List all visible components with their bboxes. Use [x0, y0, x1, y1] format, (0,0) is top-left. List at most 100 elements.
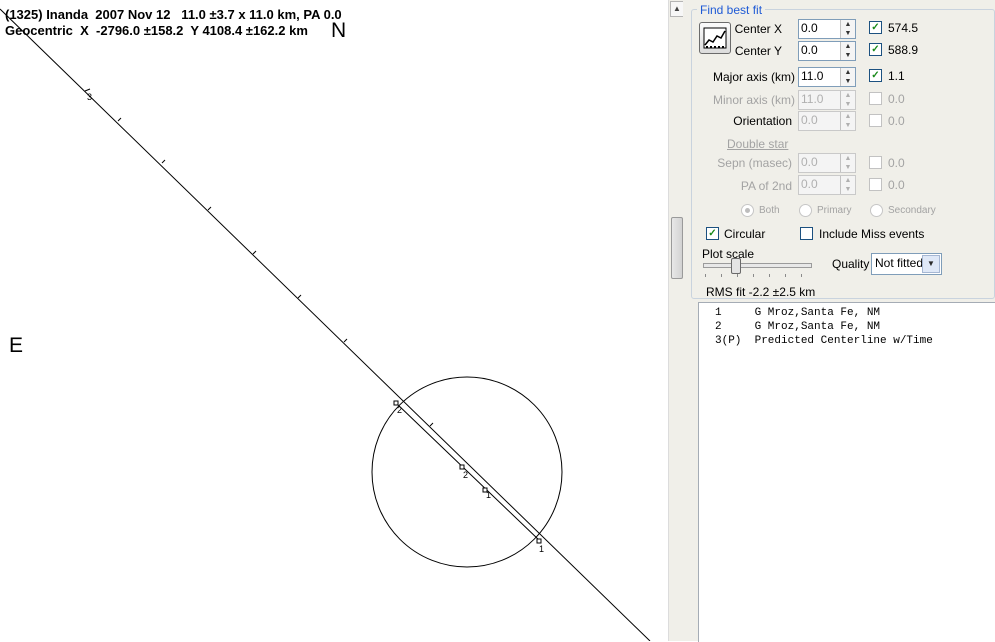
minor-axis-result: 0.0 [888, 92, 905, 106]
pa2-result: 0.0 [888, 178, 905, 192]
east-label: E [9, 334, 24, 357]
slider-tick [769, 274, 770, 277]
radio-both [741, 204, 754, 217]
major-axis-result: 1.1 [888, 69, 905, 83]
spin-down-icon: ▼ [844, 186, 852, 193]
circular-checkbox[interactable]: ✓ [706, 227, 719, 240]
plot-title-line1: (1325) Inanda 2007 Nov 12 11.0 ±3.7 x 11… [5, 7, 342, 22]
sepn-result: 0.0 [888, 156, 905, 170]
center-x-spinner[interactable]: 0.0 ▲ ▼ [798, 19, 856, 39]
pa2-label: PA of 2nd [740, 179, 792, 193]
predicted-centerline [0, 8, 651, 641]
quality-select[interactable]: Not fitted ▼ [871, 253, 942, 275]
list-item[interactable]: 3(P) Predicted Centerline w/Time [699, 334, 995, 348]
spin-down-icon: ▼ [844, 122, 852, 129]
group-title: Find best fit [697, 3, 766, 17]
spin-down-icon[interactable]: ▼ [841, 51, 855, 60]
orientation-label: Orientation [733, 114, 792, 128]
slider-tick [737, 274, 738, 277]
quality-label: Quality [832, 257, 870, 271]
chord-label-3: 3 [87, 92, 92, 102]
slider-tick [785, 274, 786, 277]
occultation-plot: 3 2 2 1 1 (1325) Inanda 2007 Nov 12 11.0… [0, 0, 668, 641]
major-axis-value[interactable]: 11.0 [801, 69, 823, 83]
pa2-spinner: 0.0 ▲ ▼ [798, 175, 856, 195]
center-x-checkbox[interactable]: ✓ [869, 21, 882, 34]
plot-scrollbar[interactable]: ▲ [668, 0, 684, 641]
orientation-spinner: 0.0 ▲ ▼ [798, 111, 856, 131]
rms-fit-text: RMS fit -2.2 ±2.5 km [706, 285, 816, 299]
scroll-up-icon[interactable]: ▲ [670, 1, 684, 17]
center-x-result: 574.5 [888, 21, 919, 35]
center-y-value[interactable]: 0.0 [801, 43, 818, 57]
sepn-checkbox [869, 156, 882, 169]
center-x-label: Center X [734, 22, 782, 36]
orientation-value: 0.0 [801, 113, 818, 127]
major-axis-label: Major axis (km) [712, 70, 795, 84]
spin-up-icon[interactable]: ▲ [841, 68, 855, 77]
minor-axis-label: Minor axis (km) [712, 93, 795, 107]
event-marker-2-reappear [459, 464, 465, 470]
fit-chart-icon [703, 27, 727, 49]
plot-canvas: 3 2 2 1 1 [0, 8, 651, 641]
chevron-down-icon[interactable]: ▼ [922, 255, 940, 273]
chord-label-2a: 2 [397, 405, 402, 415]
radio-secondary-label: Secondary [888, 205, 936, 216]
spin-up-icon[interactable]: ▲ [841, 20, 855, 29]
spin-down-icon[interactable]: ▼ [841, 29, 855, 38]
circular-label: Circular [724, 227, 766, 241]
pa2-checkbox [869, 178, 882, 191]
scrollbar-thumb[interactable] [671, 217, 683, 279]
include-miss-label: Include Miss events [819, 227, 925, 241]
north-label: N [331, 19, 347, 42]
slider-tick [705, 274, 706, 277]
slider-tick [801, 274, 802, 277]
center-y-label: Center Y [734, 44, 782, 58]
plot-scale-track[interactable] [703, 263, 812, 268]
plot-scale-label: Plot scale [702, 247, 755, 261]
double-star-link[interactable]: Double star [727, 137, 788, 151]
radio-primary-label: Primary [817, 205, 852, 216]
center-y-checkbox[interactable]: ✓ [869, 43, 882, 56]
spin-up-icon: ▲ [844, 92, 852, 99]
observer-list[interactable]: 1 G Mroz,Santa Fe, NM 2 G Mroz,Santa Fe,… [698, 302, 995, 642]
center-y-spinner[interactable]: 0.0 ▲ ▼ [798, 41, 856, 61]
minor-axis-value: 11.0 [801, 92, 824, 106]
center-y-result: 588.9 [888, 43, 919, 57]
event-marker-1-reappear [536, 538, 542, 544]
spin-up-icon[interactable]: ▲ [841, 42, 855, 51]
slider-tick [721, 274, 722, 277]
center-x-value[interactable]: 0.0 [801, 21, 818, 35]
list-item[interactable]: 1 G Mroz,Santa Fe, NM [699, 306, 995, 320]
plot-title-line2: Geocentric X -2796.0 ±158.2 Y 4108.4 ±16… [5, 23, 308, 38]
include-miss-checkbox[interactable] [800, 227, 813, 240]
centerline-ticks [84, 88, 434, 427]
minor-axis-spinner: 11.0 ▲ ▼ [798, 90, 856, 110]
radio-both-label: Both [759, 205, 780, 216]
slider-tick [753, 274, 754, 277]
major-axis-spinner[interactable]: 11.0 ▲ ▼ [798, 67, 856, 87]
radio-secondary [870, 204, 883, 217]
quality-value[interactable]: Not fitted [875, 256, 923, 270]
pa2-value: 0.0 [801, 177, 818, 191]
spin-up-icon: ▲ [844, 113, 852, 120]
fit-button[interactable] [699, 22, 731, 54]
fit-panel: Find best fit Center X 0.0 ▲ ▼ ✓ 574.5 Ce… [689, 0, 995, 642]
spin-down-icon: ▼ [844, 101, 852, 108]
spin-up-icon: ▲ [844, 177, 852, 184]
sepn-spinner: 0.0 ▲ ▼ [798, 153, 856, 173]
chord-label-2b: 2 [463, 470, 468, 480]
chord-label-1a: 1 [486, 490, 491, 500]
minor-axis-checkbox [869, 92, 882, 105]
chord-label-1b: 1 [539, 544, 544, 554]
sepn-label: Sepn (masec) [717, 156, 792, 170]
orientation-result: 0.0 [888, 114, 905, 128]
sepn-value: 0.0 [801, 155, 818, 169]
spin-up-icon: ▲ [844, 155, 852, 162]
plot-scale-thumb[interactable] [731, 258, 741, 274]
spin-down-icon[interactable]: ▼ [841, 77, 855, 86]
major-axis-checkbox[interactable]: ✓ [869, 69, 882, 82]
spin-down-icon: ▼ [844, 164, 852, 171]
orientation-checkbox [869, 114, 882, 127]
list-item[interactable]: 2 G Mroz,Santa Fe, NM [699, 320, 995, 334]
